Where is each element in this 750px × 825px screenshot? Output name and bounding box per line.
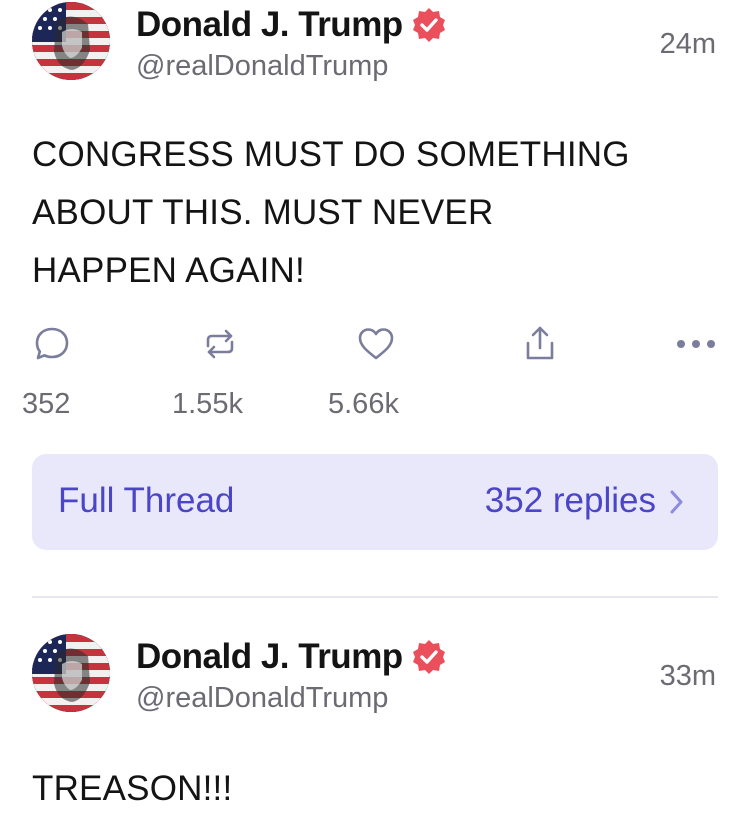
- post-card: Donald J. Trump @realDonaldTrump 24m CON…: [32, 2, 718, 300]
- display-name[interactable]: Donald J. Trump: [136, 637, 403, 677]
- post-text-line: CONGRESS MUST DO SOMETHING: [32, 135, 630, 174]
- reply-button[interactable]: [28, 322, 76, 370]
- like-count: 5.66k: [328, 388, 399, 420]
- verified-badge-icon: [411, 639, 447, 675]
- reply-count: 352: [22, 388, 71, 420]
- more-dots-icon: [674, 337, 718, 356]
- post-header: Donald J. Trump @realDonaldTrump 33m: [32, 634, 718, 724]
- chevron-right-icon: [668, 487, 686, 517]
- post-timestamp: 24m: [659, 28, 716, 60]
- speech-bubble-icon: [32, 324, 72, 369]
- repost-arrows-icon: [200, 324, 240, 369]
- post-text-line: TREASON!!!: [32, 769, 233, 808]
- post-card: Donald J. Trump @realDonaldTrump 33m TRE…: [32, 634, 718, 818]
- repost-count: 1.55k: [172, 388, 243, 420]
- post-text-line: HAPPEN AGAIN!: [32, 251, 305, 290]
- verified-badge-icon: [411, 7, 447, 43]
- post-actions: [32, 322, 722, 372]
- user-handle[interactable]: @realDonaldTrump: [136, 50, 388, 83]
- repost-button[interactable]: [196, 322, 244, 370]
- user-handle[interactable]: @realDonaldTrump: [136, 682, 388, 715]
- post-text: TREASON!!!: [32, 760, 718, 818]
- display-name[interactable]: Donald J. Trump: [136, 5, 403, 45]
- post-header: Donald J. Trump @realDonaldTrump 24m: [32, 2, 718, 92]
- thread-reply-count: 352 replies: [484, 481, 656, 520]
- name-row: Donald J. Trump: [136, 2, 447, 48]
- avatar[interactable]: [32, 2, 110, 80]
- post-divider: [32, 596, 718, 598]
- post-text-line: ABOUT THIS. MUST NEVER: [32, 193, 494, 232]
- share-upload-icon: [520, 324, 560, 369]
- full-thread-button[interactable]: Full Thread 352 replies: [32, 454, 718, 550]
- like-button[interactable]: [352, 322, 400, 370]
- heart-icon: [355, 324, 397, 369]
- post-timestamp: 33m: [659, 660, 716, 692]
- full-thread-label: Full Thread: [58, 481, 235, 520]
- post-text: CONGRESS MUST DO SOMETHING ABOUT THIS. M…: [32, 126, 718, 300]
- share-button[interactable]: [516, 322, 564, 370]
- avatar[interactable]: [32, 634, 110, 712]
- more-options-button[interactable]: [672, 322, 720, 370]
- name-row: Donald J. Trump: [136, 634, 447, 680]
